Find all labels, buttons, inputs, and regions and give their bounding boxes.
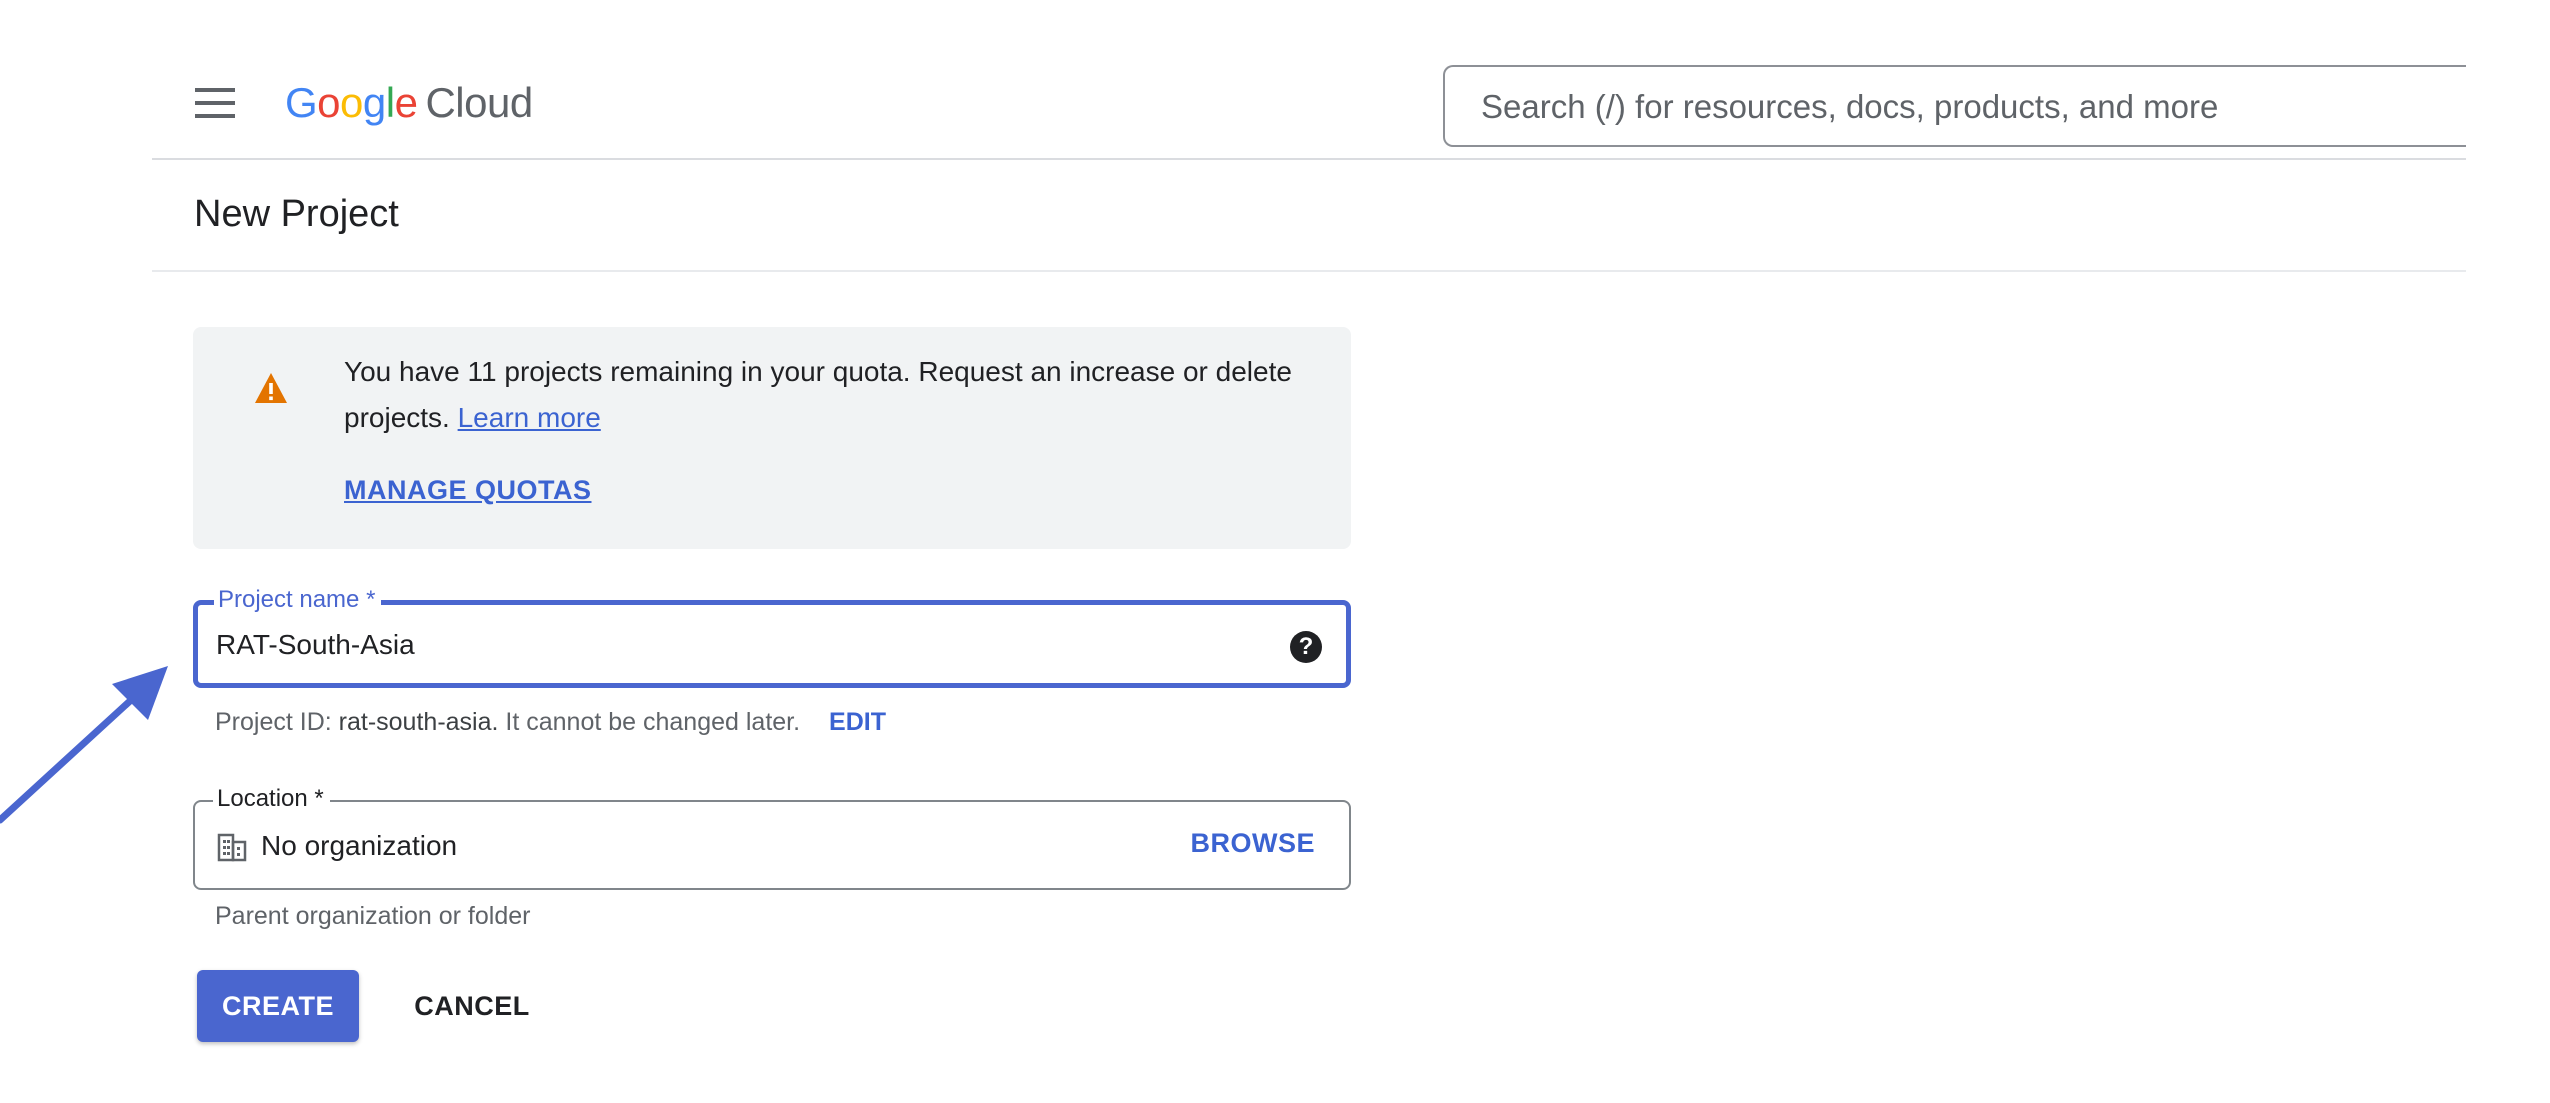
project-id-line: Project ID: rat-south-asia. It cannot be… [215, 706, 886, 738]
learn-more-link[interactable]: Learn more [458, 402, 601, 433]
edit-project-id-button[interactable]: EDIT [829, 708, 886, 736]
location-field[interactable]: Location * No organization BROWSE [193, 784, 1351, 890]
cancel-button[interactable]: CANCEL [392, 970, 552, 1042]
logo-product-name: Cloud [425, 79, 533, 126]
building-icon [217, 833, 247, 862]
project-id-suffix: It cannot be changed later. [505, 708, 801, 736]
annotation-arrow [0, 666, 168, 824]
project-id-prefix: Project ID: [215, 708, 332, 736]
google-cloud-logo[interactable]: Google Cloud [285, 77, 533, 129]
manage-quotas-link[interactable]: MANAGE QUOTAS [344, 475, 592, 506]
project-name-label: Project name * [214, 585, 382, 615]
project-id-value: rat-south-asia. [338, 708, 499, 736]
page-header: New Project [152, 160, 2466, 272]
location-value: No organization [261, 830, 458, 861]
quota-notice-text: You have 11 projects remaining in your q… [344, 349, 1304, 441]
create-button[interactable]: CREATE [197, 970, 359, 1042]
location-helper-text: Parent organization or folder [215, 902, 531, 930]
location-label: Location * [213, 784, 330, 814]
help-circle-icon[interactable]: ? [1290, 631, 1322, 663]
project-name-field[interactable]: Project name * ? [193, 585, 1351, 688]
browse-button[interactable]: BROWSE [1191, 828, 1316, 859]
page-title: New Project [194, 193, 399, 235]
quota-notice: You have 11 projects remaining in your q… [193, 327, 1351, 549]
warning-triangle-icon [255, 373, 287, 403]
top-bar: Google Cloud [152, 0, 2466, 160]
hamburger-menu-icon[interactable] [195, 88, 235, 118]
project-name-input[interactable] [214, 623, 1214, 667]
search-input[interactable] [1479, 83, 2439, 131]
search-box[interactable] [1443, 65, 2466, 147]
